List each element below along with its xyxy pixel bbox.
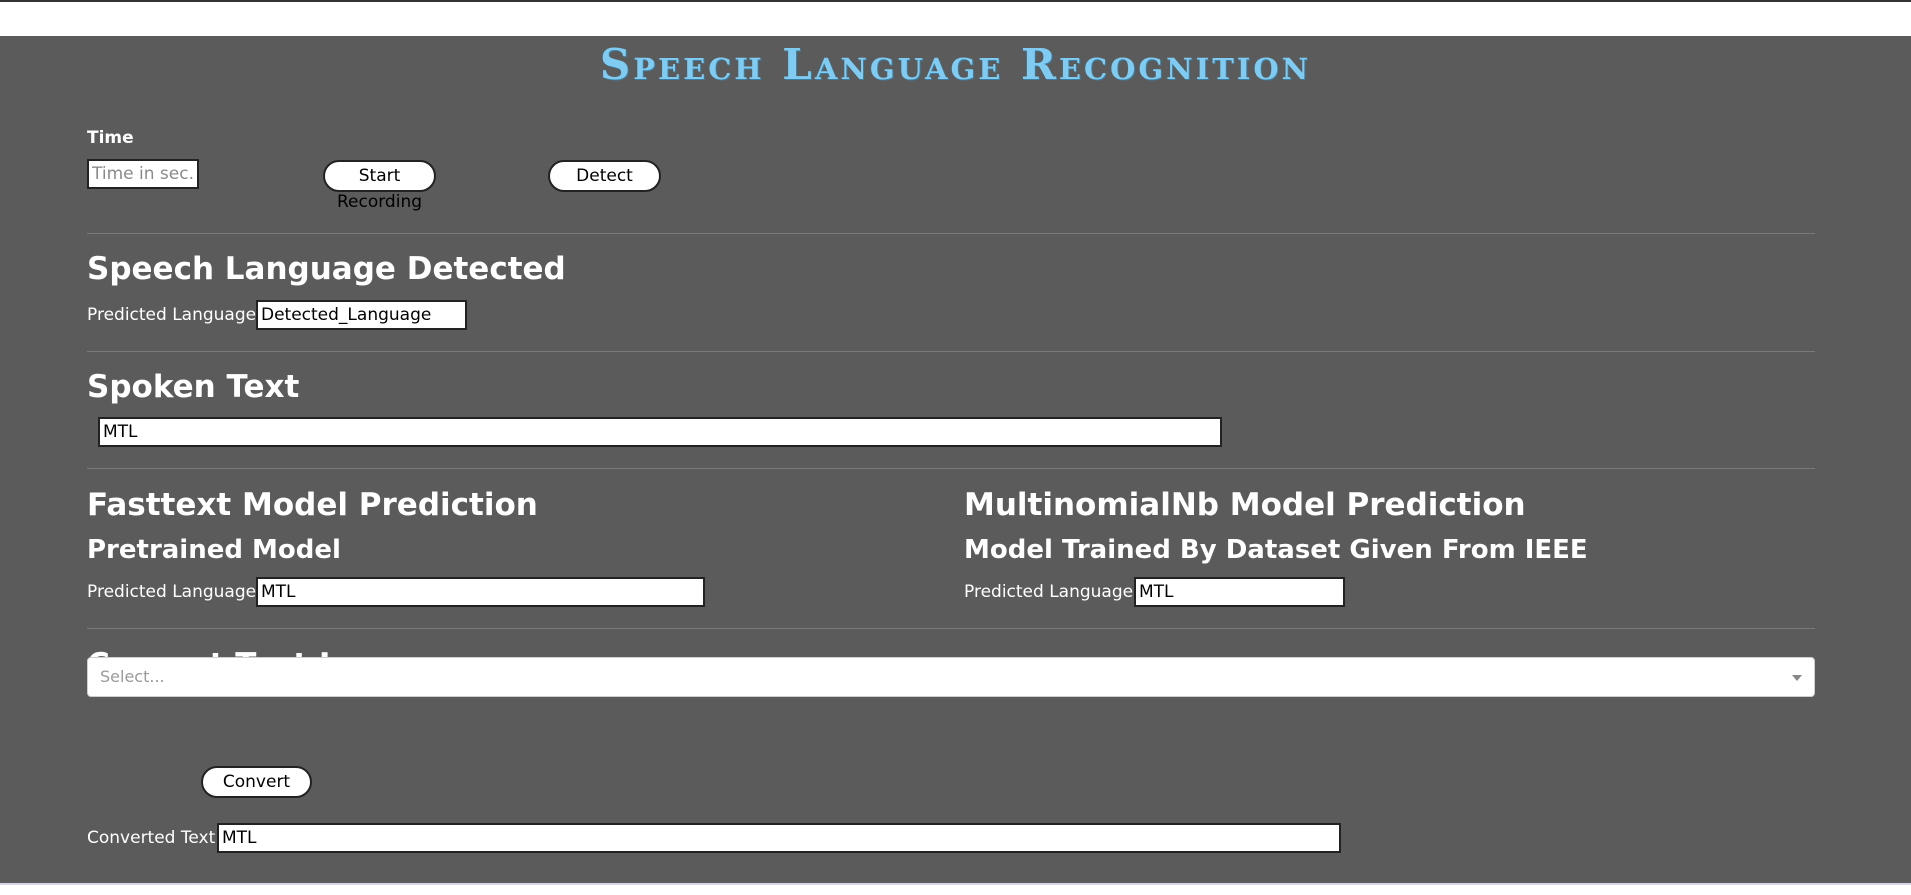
fasttext-predicted-language-field[interactable]: MTL xyxy=(256,577,705,607)
divider xyxy=(87,233,1815,234)
fasttext-predicted-language-label: Predicted Language xyxy=(87,582,257,602)
time-input[interactable] xyxy=(87,159,199,189)
browser-bottom-bar xyxy=(0,883,1911,895)
convert-button[interactable]: Convert xyxy=(201,766,312,798)
fasttext-heading: Fasttext Model Prediction xyxy=(87,487,538,523)
language-select[interactable]: Select... xyxy=(87,657,1815,697)
start-button[interactable]: Start xyxy=(323,160,436,192)
multinomialnb-heading: MultinomialNb Model Prediction xyxy=(964,487,1526,523)
multinomialnb-predicted-language-label: Predicted Language xyxy=(964,582,1134,602)
divider xyxy=(87,468,1815,469)
converted-text-field[interactable]: MTL xyxy=(217,823,1341,853)
page-title: Speech Language Recognition xyxy=(599,40,1312,89)
divider xyxy=(87,628,1815,629)
main-panel: Speech Language Recognition Time Start R… xyxy=(0,36,1911,883)
multinomialnb-predicted-language-field[interactable]: MTL xyxy=(1134,577,1345,607)
converted-text-label: Converted Text xyxy=(87,828,216,848)
divider xyxy=(87,351,1815,352)
spoken-text-field[interactable]: MTL xyxy=(98,417,1222,447)
fasttext-subheading: Pretrained Model xyxy=(87,535,341,565)
browser-top-bar xyxy=(0,0,1911,36)
time-label: Time xyxy=(87,128,134,148)
chevron-down-icon[interactable] xyxy=(1792,675,1802,681)
multinomialnb-subheading: Model Trained By Dataset Given From IEEE xyxy=(964,535,1588,565)
detect-button[interactable]: Detect xyxy=(548,160,661,192)
select-placeholder: Select... xyxy=(100,667,165,686)
speech-language-detected-heading: Speech Language Detected xyxy=(87,251,566,287)
detected-language-field[interactable]: Detected_Language xyxy=(256,300,467,330)
predicted-language-label: Predicted Language xyxy=(87,305,257,325)
start-recording-label: Recording xyxy=(336,192,423,212)
spoken-text-heading: Spoken Text xyxy=(87,369,300,405)
